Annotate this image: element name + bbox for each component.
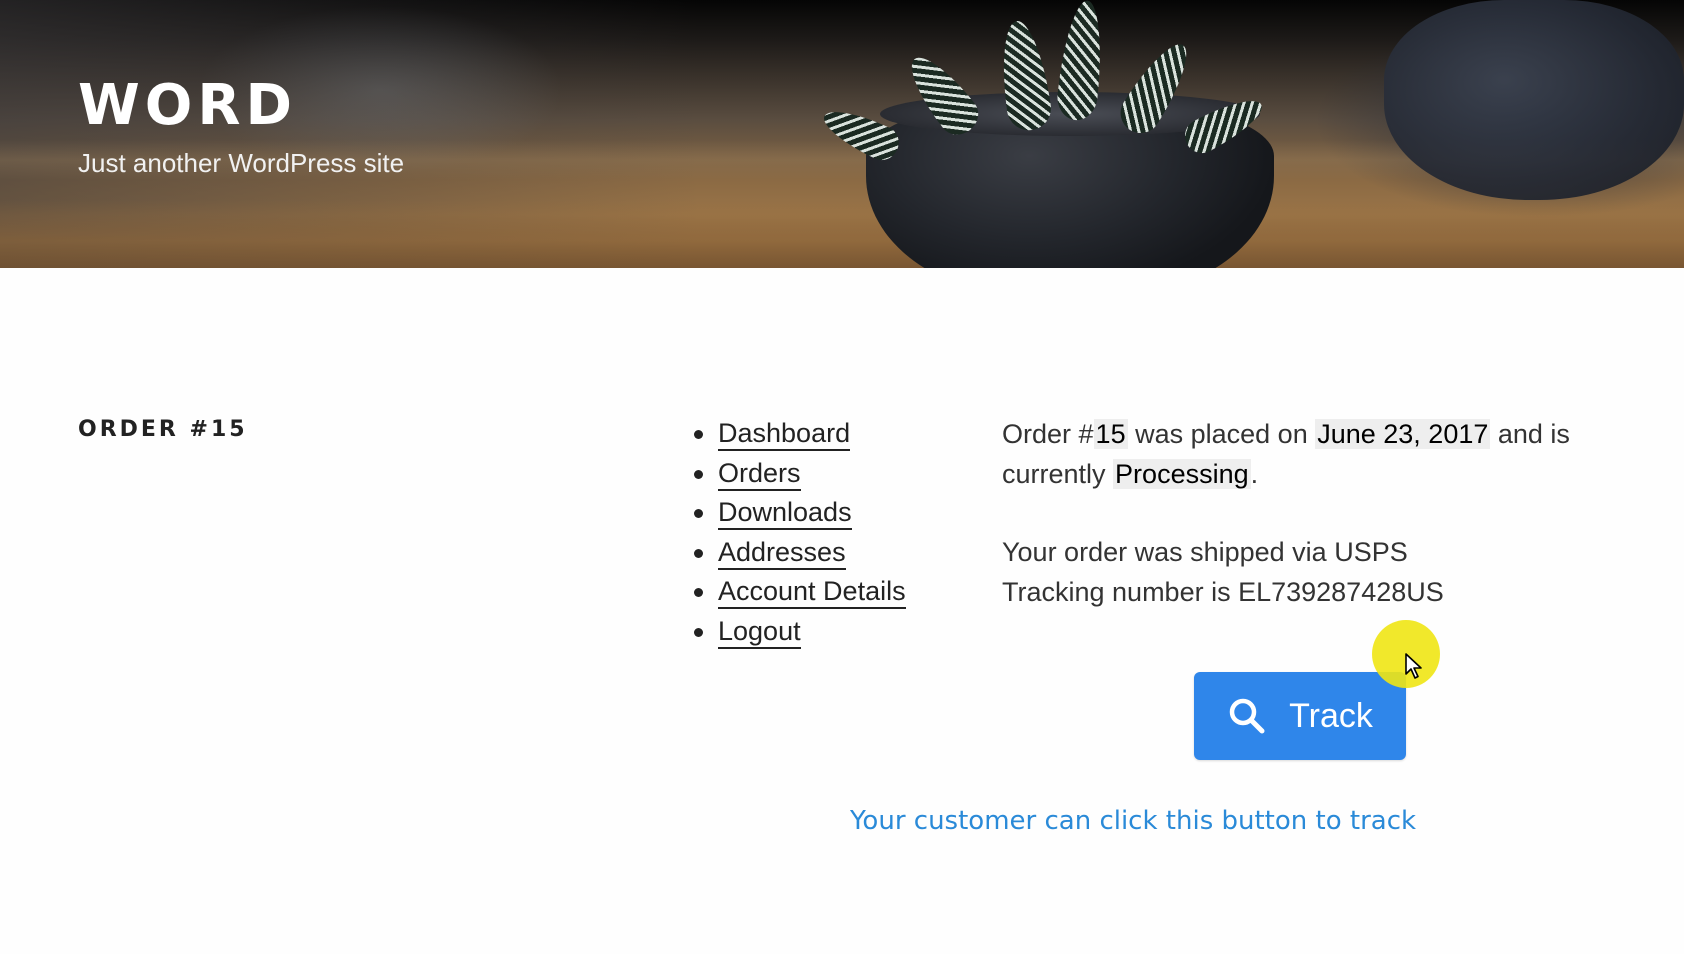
- site-branding: WORD Just another WordPress site: [78, 78, 404, 179]
- list-bullet: [694, 548, 703, 558]
- site-title[interactable]: WORD: [78, 78, 404, 134]
- mouse-cursor-icon: [1405, 653, 1422, 679]
- list-bullet: [694, 627, 703, 637]
- caption-text: Your customer can click this button to t…: [850, 806, 1417, 836]
- header-table-surface: [0, 200, 1684, 268]
- track-button-label: Track: [1289, 696, 1373, 735]
- track-button[interactable]: Track: [1194, 672, 1406, 760]
- header-pot-right: [1384, 0, 1684, 200]
- order-placed-text: was placed on: [1127, 419, 1316, 449]
- list-bullet: [694, 509, 703, 518]
- order-status: Processing: [1113, 459, 1251, 489]
- site-header-image: WORD Just another WordPress site: [0, 0, 1684, 268]
- shipping-carrier-line: Your order was shipped via USPS: [1002, 537, 1408, 567]
- order-date: June 23, 2017: [1315, 419, 1491, 449]
- order-number: 15: [1093, 419, 1128, 449]
- page: WORD Just another WordPress site ORDER #…: [0, 0, 1684, 954]
- search-icon: [1229, 698, 1265, 734]
- order-sentence-end: .: [1250, 459, 1259, 489]
- nav-item-orders: Orders: [694, 454, 906, 494]
- list-bullet: [694, 430, 703, 439]
- nav-item-account-details: Account Details: [694, 572, 906, 612]
- nav-item-dashboard: Dashboard: [694, 414, 906, 454]
- nav-item-downloads: Downloads: [694, 493, 906, 533]
- site-description: Just another WordPress site: [78, 148, 405, 178]
- nav-link-downloads[interactable]: Downloads: [718, 497, 852, 530]
- page-title: ORDER #15: [78, 417, 248, 442]
- order-details: Order #15 was placed on June 23, 2017 an…: [1002, 414, 1602, 612]
- nav-link-orders[interactable]: Orders: [718, 457, 801, 491]
- nav-item-logout: Logout: [694, 612, 906, 652]
- order-prefix-text: Order #: [1002, 419, 1094, 449]
- order-status-sentence: Order #15 was placed on June 23, 2017 an…: [1002, 414, 1602, 494]
- tracking-number-line: Tracking number is EL739287428US: [1002, 577, 1444, 607]
- nav-link-addresses[interactable]: Addresses: [718, 536, 846, 570]
- list-bullet: [694, 469, 703, 479]
- list-bullet: [694, 588, 703, 597]
- nav-link-logout[interactable]: Logout: [718, 615, 801, 649]
- nav-link-dashboard[interactable]: Dashboard: [718, 418, 851, 451]
- account-navigation: Dashboard Orders Downloads Addresses Acc…: [694, 414, 906, 651]
- nav-item-addresses: Addresses: [694, 533, 906, 573]
- nav-link-account-details[interactable]: Account Details: [718, 576, 906, 609]
